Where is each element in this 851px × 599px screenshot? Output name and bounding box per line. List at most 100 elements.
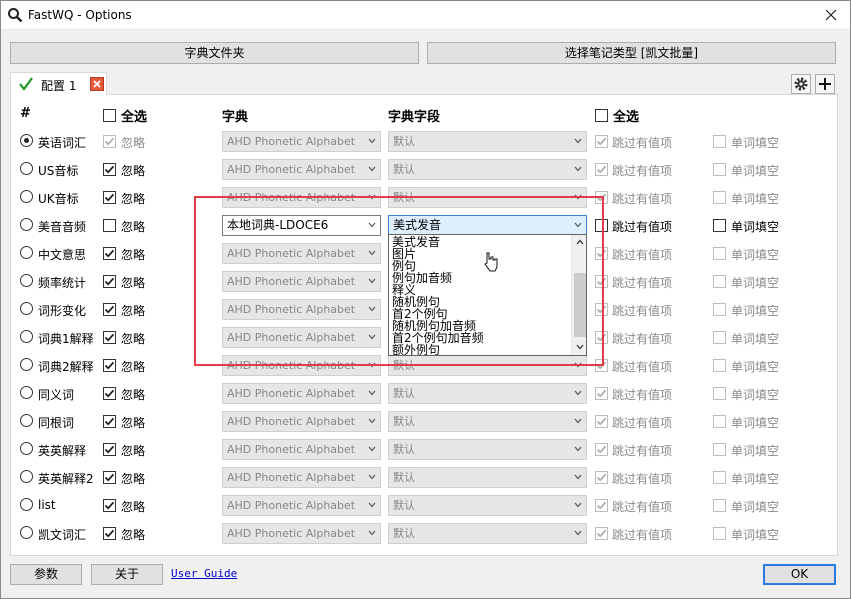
word-fill-checkbox[interactable] <box>713 275 726 288</box>
settings-button[interactable] <box>791 74 811 94</box>
skip-filled-checkbox[interactable] <box>595 415 608 428</box>
ignore-checkbox[interactable] <box>103 163 116 176</box>
skip-filled-checkbox[interactable] <box>595 443 608 456</box>
row-radio[interactable] <box>20 134 33 147</box>
dict-field-select[interactable]: 默认 <box>388 187 587 208</box>
scroll-up-icon[interactable] <box>576 239 584 245</box>
ignore-checkbox[interactable] <box>103 247 116 260</box>
dict-select[interactable]: AHD Phonetic Alphabet <box>222 271 381 292</box>
dict-field-select[interactable]: 默认 <box>388 383 587 404</box>
row-radio[interactable] <box>20 190 33 203</box>
about-button[interactable]: 关于 <box>91 564 163 585</box>
user-guide-link[interactable]: User Guide <box>171 567 237 580</box>
ignore-checkbox[interactable] <box>103 471 116 484</box>
ignore-checkbox[interactable] <box>103 499 116 512</box>
word-fill-checkbox[interactable] <box>713 191 726 204</box>
row-radio[interactable] <box>20 414 33 427</box>
row-radio[interactable] <box>20 442 33 455</box>
ignore-checkbox[interactable] <box>103 135 116 148</box>
params-button[interactable]: 参数 <box>10 564 82 585</box>
skip-filled-checkbox[interactable] <box>595 219 608 232</box>
word-fill-checkbox[interactable] <box>713 443 726 456</box>
tab-config-1[interactable]: 配置 1 <box>10 72 107 95</box>
dict-select[interactable]: AHD Phonetic Alphabet <box>222 159 381 180</box>
dict-field-select[interactable]: 默认 <box>388 439 587 460</box>
row-radio[interactable] <box>20 470 33 483</box>
skip-filled-checkbox[interactable] <box>595 331 608 344</box>
word-fill-checkbox[interactable] <box>713 135 726 148</box>
dict-field-select[interactable]: 默认 <box>388 159 587 180</box>
note-type-button[interactable]: 选择笔记类型 [凯文批量] <box>427 42 836 64</box>
dict-select[interactable]: AHD Phonetic Alphabet <box>222 355 381 376</box>
row-radio[interactable] <box>20 330 33 343</box>
dict-select[interactable]: AHD Phonetic Alphabet <box>222 187 381 208</box>
dict-select[interactable]: AHD Phonetic Alphabet <box>222 383 381 404</box>
word-fill-checkbox[interactable] <box>713 331 726 344</box>
skip-filled-checkbox[interactable] <box>595 387 608 400</box>
dict-field-select[interactable]: 美式发音 <box>388 215 587 236</box>
dict-select[interactable]: AHD Phonetic Alphabet <box>222 243 381 264</box>
dict-select[interactable]: AHD Phonetic Alphabet <box>222 299 381 320</box>
dict-select[interactable]: AHD Phonetic Alphabet <box>222 327 381 348</box>
skip-filled-checkbox[interactable] <box>595 247 608 260</box>
dict-select[interactable]: AHD Phonetic Alphabet <box>222 131 381 152</box>
row-radio[interactable] <box>20 358 33 371</box>
close-icon[interactable] <box>822 6 840 24</box>
row-radio[interactable] <box>20 302 33 315</box>
word-fill-checkbox[interactable] <box>713 471 726 484</box>
scroll-down-icon[interactable] <box>576 344 584 350</box>
add-config-button[interactable] <box>815 74 835 94</box>
ignore-checkbox[interactable] <box>103 527 116 540</box>
dict-select[interactable]: 本地词典-LDOCE6 <box>222 215 381 236</box>
dict-field-select[interactable]: 默认 <box>388 467 587 488</box>
dict-folder-button[interactable]: 字典文件夹 <box>10 42 419 64</box>
word-fill-checkbox[interactable] <box>713 415 726 428</box>
skip-filled-checkbox[interactable] <box>595 275 608 288</box>
dict-select[interactable]: AHD Phonetic Alphabet <box>222 523 381 544</box>
row-radio[interactable] <box>20 218 33 231</box>
word-fill-checkbox[interactable] <box>713 219 726 232</box>
select-all-skip-checkbox[interactable] <box>595 109 608 122</box>
ignore-checkbox[interactable] <box>103 219 116 232</box>
word-fill-checkbox[interactable] <box>713 247 726 260</box>
skip-filled-checkbox[interactable] <box>595 527 608 540</box>
dict-field-select[interactable]: 默认 <box>388 411 587 432</box>
dict-select[interactable]: AHD Phonetic Alphabet <box>222 439 381 460</box>
ignore-checkbox[interactable] <box>103 415 116 428</box>
row-radio[interactable] <box>20 246 33 259</box>
skip-filled-checkbox[interactable] <box>595 191 608 204</box>
word-fill-checkbox[interactable] <box>713 527 726 540</box>
word-fill-checkbox[interactable] <box>713 163 726 176</box>
skip-filled-checkbox[interactable] <box>595 163 608 176</box>
dict-select[interactable]: AHD Phonetic Alphabet <box>222 495 381 516</box>
ok-button[interactable]: OK <box>763 564 836 585</box>
ignore-checkbox[interactable] <box>103 275 116 288</box>
dict-field-select[interactable]: 默认 <box>388 131 587 152</box>
row-radio[interactable] <box>20 498 33 511</box>
dropdown-option[interactable]: 额外例句 <box>392 344 440 355</box>
row-radio[interactable] <box>20 162 33 175</box>
ignore-checkbox[interactable] <box>103 443 116 456</box>
select-all-ignore-checkbox[interactable] <box>103 109 116 122</box>
dict-select[interactable]: AHD Phonetic Alphabet <box>222 411 381 432</box>
row-radio[interactable] <box>20 274 33 287</box>
scrollbar-thumb[interactable] <box>574 273 586 337</box>
word-fill-checkbox[interactable] <box>713 303 726 316</box>
skip-filled-checkbox[interactable] <box>595 499 608 512</box>
ignore-checkbox[interactable] <box>103 359 116 372</box>
skip-filled-checkbox[interactable] <box>595 135 608 148</box>
dict-select[interactable]: AHD Phonetic Alphabet <box>222 467 381 488</box>
dict-field-select[interactable]: 默认 <box>388 523 587 544</box>
row-radio[interactable] <box>20 526 33 539</box>
ignore-checkbox[interactable] <box>103 191 116 204</box>
row-radio[interactable] <box>20 386 33 399</box>
ignore-checkbox[interactable] <box>103 303 116 316</box>
tab-close-icon[interactable] <box>90 77 104 91</box>
skip-filled-checkbox[interactable] <box>595 359 608 372</box>
ignore-checkbox[interactable] <box>103 331 116 344</box>
skip-filled-checkbox[interactable] <box>595 471 608 484</box>
dict-field-select[interactable]: 默认 <box>388 495 587 516</box>
dropdown-scrollbar[interactable] <box>571 235 586 355</box>
word-fill-checkbox[interactable] <box>713 387 726 400</box>
word-fill-checkbox[interactable] <box>713 499 726 512</box>
